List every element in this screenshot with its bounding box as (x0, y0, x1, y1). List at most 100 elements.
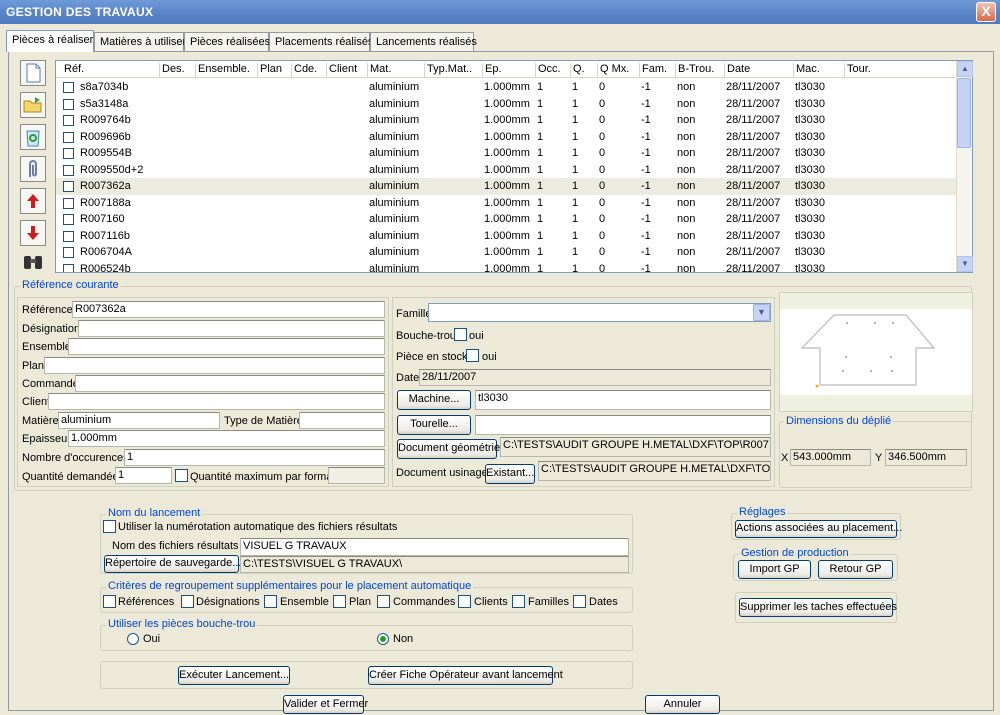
qmax-checkbox[interactable] (175, 469, 188, 482)
ensemble-field[interactable] (68, 338, 385, 355)
row-checkbox[interactable] (63, 247, 74, 258)
move-down-button[interactable] (20, 220, 46, 246)
retour-gp-button[interactable]: Retour GP (818, 560, 893, 579)
annuler-button[interactable]: Annuler (645, 695, 720, 714)
bouche-oui-radio[interactable] (127, 633, 139, 645)
designation-field[interactable] (78, 320, 385, 337)
scroll-down-icon[interactable]: ▼ (957, 256, 973, 272)
col-ensemble[interactable]: Ensemble. (195, 63, 250, 77)
open-button[interactable] (20, 92, 46, 118)
existant-button[interactable]: Existant... (485, 464, 535, 484)
col-client[interactable]: Client (326, 63, 357, 77)
col-des[interactable]: Des. (159, 63, 185, 77)
critere-clients-checkbox[interactable] (458, 595, 471, 608)
row-checkbox[interactable] (63, 181, 74, 192)
col-q[interactable]: Q. (570, 63, 585, 77)
actions-placement-button[interactable]: Actions associées au placement... (735, 520, 902, 538)
row-checkbox[interactable] (63, 82, 74, 93)
import-gp-button[interactable]: Import GP (738, 560, 811, 579)
table-row[interactable]: R009764b aluminium 1.000mm 1 1 0 -1 non 28/11/20… (56, 112, 958, 129)
table-row[interactable]: R006704A aluminium 1.000mm 1 1 0 -1 non 28/11/20… (56, 244, 958, 261)
table-row[interactable]: R007160 aluminium 1.000mm 1 1 0 -1 non 28/11/200… (56, 211, 958, 228)
bouche-non-radio[interactable] (377, 633, 389, 645)
table-row[interactable]: R007188a aluminium 1.000mm 1 1 0 -1 non 28/11/20… (56, 195, 958, 212)
plan-field[interactable] (44, 357, 385, 374)
epaisseur-field[interactable]: 1.000mm (68, 430, 385, 447)
bouche-trou-checkbox[interactable] (454, 328, 467, 341)
repertoire-button[interactable]: Répertoire de sauvegarde... (104, 555, 241, 573)
col-ep[interactable]: Ep. (482, 63, 502, 77)
chevron-down-icon[interactable]: ▼ (753, 304, 770, 321)
critere-commandes-checkbox[interactable] (377, 595, 390, 608)
col-plan[interactable]: Plan (257, 63, 282, 77)
attach-button[interactable] (20, 156, 46, 182)
col-date[interactable]: Date (724, 63, 750, 77)
tab-lancements-realises[interactable]: Lancements réalisés (370, 32, 477, 51)
critere-dates-checkbox[interactable] (573, 595, 586, 608)
critere-ensemble-checkbox[interactable] (264, 595, 277, 608)
table-row[interactable]: R007362a aluminium 1.000mm 1 1 0 -1 non 28/11/20… (56, 178, 958, 195)
creer-fiche-button[interactable]: Créer Fiche Opérateur avant lancement (368, 666, 563, 685)
row-checkbox[interactable] (63, 131, 74, 143)
col-ref[interactable]: Réf. (60, 63, 84, 77)
move-up-button[interactable] (20, 188, 46, 214)
critere-familles-checkbox[interactable] (512, 595, 525, 608)
critere-references-checkbox[interactable] (103, 595, 116, 608)
executer-button[interactable]: Exécuter Lancement... (178, 666, 290, 685)
machine-field[interactable]: tl3030 (475, 390, 771, 410)
col-tour[interactable]: Tour. (844, 63, 871, 77)
col-qmx[interactable]: Q Mx. (597, 63, 629, 77)
table-row[interactable]: R009696b aluminium 1.000mm 1 1 0 -1 non 28/11/20… (56, 129, 958, 146)
search-button[interactable] (20, 250, 46, 274)
matiere-field[interactable]: aluminium (58, 412, 220, 429)
type-matiere-field[interactable] (299, 412, 385, 429)
table-row[interactable]: R007116b aluminium 1.000mm 1 1 0 -1 non 28/11/20… (56, 228, 958, 245)
col-mat[interactable]: Mat. (367, 63, 391, 77)
col-typmat[interactable]: Typ.Mat.. (424, 63, 472, 77)
piece-stock-checkbox[interactable] (466, 349, 479, 362)
auto-numerotation-checkbox[interactable] (103, 520, 116, 533)
new-button[interactable] (20, 60, 46, 86)
scroll-up-icon[interactable]: ▲ (957, 61, 973, 77)
table-row[interactable]: s8a7034b aluminium 1.000mm 1 1 0 -1 non 28/11/20… (56, 79, 958, 96)
critere-designations-checkbox[interactable] (181, 595, 194, 608)
col-btrou[interactable]: B-Trou. (675, 63, 714, 77)
client-field[interactable] (48, 393, 385, 410)
col-fam[interactable]: Fam. (639, 63, 667, 77)
tab-pieces-a-realiser[interactable]: Pièces à réaliser (6, 30, 94, 52)
scroll-thumb[interactable] (957, 78, 971, 148)
quantite-field[interactable]: 1 (115, 467, 172, 484)
col-cde[interactable]: Cde. (291, 63, 317, 77)
qmax-field[interactable] (328, 467, 385, 484)
row-checkbox[interactable] (63, 230, 74, 242)
occurences-field[interactable]: 1 (124, 449, 385, 466)
critere-plan-checkbox[interactable] (333, 595, 346, 608)
supprimer-button[interactable]: Supprimer les taches effectuées (739, 598, 897, 617)
row-checkbox[interactable] (63, 214, 74, 225)
table-row[interactable]: R009554B aluminium 1.000mm 1 1 0 -1 non 28/11/20… (56, 145, 958, 162)
famille-select[interactable] (428, 303, 771, 322)
tab-matieres[interactable]: Matières à utiliser (94, 32, 186, 51)
close-button[interactable]: X (976, 2, 996, 22)
nom-fichiers-field[interactable]: VISUEL G TRAVAUX (240, 538, 629, 556)
col-occ[interactable]: Occ. (535, 63, 561, 77)
col-mac[interactable]: Mac. (793, 63, 820, 77)
document-geometrie-button[interactable]: Document géométrie (397, 439, 500, 459)
row-checkbox[interactable] (63, 98, 74, 110)
row-checkbox[interactable] (63, 263, 74, 272)
tourelle-button[interactable]: Tourelle... (397, 415, 471, 435)
row-checkbox[interactable] (63, 164, 74, 176)
tab-placements-realises[interactable]: Placements réalisés (269, 32, 373, 51)
table-row[interactable]: s5a3148a aluminium 1.000mm 1 1 0 -1 non 28/11/20… (56, 96, 958, 113)
table-row[interactable]: R006524b aluminium 1.000mm 1 1 0 -1 non 28/11/20… (56, 261, 958, 272)
machine-button[interactable]: Machine... (397, 390, 471, 410)
valider-button[interactable]: Valider et Fermer (283, 695, 368, 714)
recycle-button[interactable] (20, 124, 46, 150)
row-checkbox[interactable] (63, 197, 74, 209)
row-checkbox[interactable] (63, 115, 74, 126)
reference-field[interactable]: R007362a (72, 301, 385, 318)
tourelle-field[interactable] (475, 415, 771, 435)
tab-pieces-realisees[interactable]: Pièces réalisées (184, 32, 270, 51)
row-checkbox[interactable] (63, 148, 74, 159)
commande-field[interactable] (75, 375, 385, 392)
